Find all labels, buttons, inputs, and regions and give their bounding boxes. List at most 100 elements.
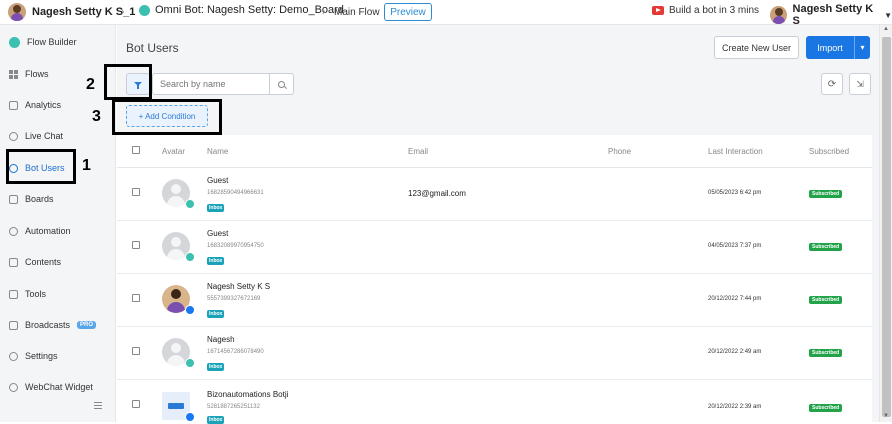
sidebar-item-tools[interactable]: Tools bbox=[0, 284, 116, 304]
breadcrumb-separator-icon: › bbox=[121, 6, 125, 18]
user-name[interactable]: Nagesh bbox=[207, 335, 235, 344]
annotation-number-1: 1 bbox=[82, 157, 91, 174]
select-all-checkbox[interactable] bbox=[132, 146, 140, 154]
sidebar: Flow Builder Flows Analytics Live Chat B… bbox=[0, 25, 116, 422]
workspace-user[interactable]: Nagesh Setty K S_1 bbox=[8, 3, 135, 21]
column-header-name[interactable]: Name bbox=[207, 147, 228, 156]
column-header-avatar: Avatar bbox=[162, 147, 185, 156]
sidebar-item-boards[interactable]: Boards bbox=[0, 189, 116, 209]
account-menu[interactable]: Nagesh Setty K S ▼ bbox=[770, 3, 892, 27]
contents-icon bbox=[9, 257, 18, 267]
inbox-badge[interactable]: Inbox bbox=[207, 257, 225, 265]
subscribed-badge: Subscribed bbox=[809, 243, 843, 251]
create-new-user-button[interactable]: Create New User bbox=[714, 36, 799, 59]
table-row[interactable]: Guest 16828590494966631 Inbox 123@gmail.… bbox=[117, 168, 872, 221]
last-interaction: 04/05/2023 7:37 pm bbox=[708, 243, 762, 249]
account-name: Nagesh Setty K S bbox=[792, 3, 874, 27]
analytics-icon bbox=[9, 100, 18, 110]
inbox-badge[interactable]: Inbox bbox=[207, 204, 225, 212]
scroll-down-icon[interactable]: ▼ bbox=[883, 413, 889, 419]
sidebar-item-label: Boards bbox=[25, 194, 54, 204]
flow-builder-icon bbox=[9, 36, 20, 48]
webchat-channel-icon bbox=[185, 358, 195, 368]
automation-icon bbox=[9, 226, 18, 236]
export-icon: ⇲ bbox=[856, 78, 864, 89]
sidebar-item-flow-builder[interactable]: Flow Builder bbox=[0, 32, 116, 52]
row-checkbox[interactable] bbox=[132, 400, 140, 408]
sidebar-item-label: Analytics bbox=[25, 100, 62, 110]
refresh-button[interactable]: ⟳ bbox=[821, 73, 843, 95]
bot-breadcrumb[interactable]: Omni Bot: Nagesh Setty: Demo_Board bbox=[139, 4, 344, 16]
refresh-icon: ⟳ bbox=[827, 78, 837, 90]
row-checkbox[interactable] bbox=[132, 294, 140, 302]
export-button[interactable]: ⇲ bbox=[849, 73, 871, 95]
user-name[interactable]: Guest bbox=[207, 176, 228, 185]
workspace-user-name: Nagesh Setty K S_1 bbox=[32, 6, 136, 18]
preview-button[interactable]: Preview bbox=[384, 3, 432, 21]
sidebar-item-label: Tools bbox=[25, 289, 47, 299]
menu-collapse-icon[interactable] bbox=[94, 402, 102, 409]
user-avatar bbox=[8, 3, 26, 21]
search-input[interactable] bbox=[152, 73, 270, 95]
scroll-up-icon[interactable]: ▲ bbox=[883, 26, 889, 32]
column-header-last-interaction[interactable]: Last Interaction bbox=[708, 147, 763, 156]
sidebar-item-broadcasts[interactable]: Broadcasts PRO bbox=[0, 315, 116, 335]
inbox-badge[interactable]: Inbox bbox=[207, 363, 225, 371]
sidebar-item-flows[interactable]: Flows bbox=[0, 64, 116, 84]
page-scrollbar[interactable]: ▲ ▼ bbox=[879, 25, 892, 422]
webchat-channel-icon bbox=[185, 252, 195, 262]
column-header-phone[interactable]: Phone bbox=[608, 147, 631, 156]
sidebar-item-settings[interactable]: Settings bbox=[0, 346, 116, 366]
sidebar-item-label: Flows bbox=[25, 69, 49, 79]
subscribed-badge: Subscribed bbox=[809, 404, 843, 412]
table-header: Avatar Name Email Phone Last Interaction… bbox=[117, 135, 872, 168]
sidebar-item-webchat-widget[interactable]: WebChat Widget bbox=[0, 377, 116, 397]
row-checkbox[interactable] bbox=[132, 241, 140, 249]
youtube-icon bbox=[652, 6, 664, 15]
subscribed-badge: Subscribed bbox=[809, 190, 843, 198]
flow-breadcrumb[interactable]: Main Flow bbox=[334, 7, 380, 18]
sidebar-item-live-chat[interactable]: Live Chat bbox=[0, 126, 116, 146]
sidebar-item-contents[interactable]: Contents bbox=[0, 252, 116, 272]
sidebar-item-label: Broadcasts bbox=[25, 320, 71, 330]
messenger-channel-icon bbox=[185, 305, 195, 315]
user-id: 5281887265251132 bbox=[207, 404, 260, 410]
subscribed-badge: Subscribed bbox=[809, 349, 843, 357]
sidebar-item-automation[interactable]: Automation bbox=[0, 221, 116, 241]
inbox-badge[interactable]: Inbox bbox=[207, 416, 225, 424]
tutorial-label: Build a bot in 3 mins bbox=[669, 5, 760, 16]
column-header-email[interactable]: Email bbox=[408, 147, 428, 156]
user-id: 16828590494966631 bbox=[207, 190, 264, 196]
row-checkbox[interactable] bbox=[132, 188, 140, 196]
webchat-channel-icon bbox=[185, 199, 195, 209]
search-button[interactable] bbox=[270, 73, 294, 95]
last-interaction: 20/12/2022 2:49 am bbox=[708, 349, 762, 355]
import-button[interactable]: Import ▾ bbox=[806, 36, 870, 59]
import-label: Import bbox=[817, 42, 843, 53]
sidebar-item-label: Settings bbox=[25, 351, 58, 361]
megaphone-icon bbox=[9, 320, 18, 330]
table-row[interactable]: Nagesh 16714567286078490 Inbox 20/12/202… bbox=[117, 327, 872, 380]
table-row[interactable]: Nagesh Setty K S 5557399327672169 Inbox … bbox=[117, 274, 872, 327]
headset-icon bbox=[9, 131, 18, 141]
chevron-down-icon[interactable]: ▾ bbox=[854, 36, 870, 59]
table-row[interactable]: Guest 16832089970954750 Inbox 04/05/2023… bbox=[117, 221, 872, 274]
row-checkbox[interactable] bbox=[132, 347, 140, 355]
sidebar-item-label: Automation bbox=[25, 226, 71, 236]
last-interaction: 20/12/2022 2:39 am bbox=[708, 404, 762, 410]
annotation-box-3 bbox=[112, 99, 222, 135]
annotation-box-2 bbox=[104, 64, 152, 100]
annotation-number-2: 2 bbox=[86, 76, 95, 93]
column-header-subscribed[interactable]: Subscribed bbox=[809, 147, 849, 156]
inbox-badge[interactable]: Inbox bbox=[207, 310, 225, 318]
scrollbar-thumb[interactable] bbox=[882, 37, 891, 417]
user-name[interactable]: Guest bbox=[207, 229, 228, 238]
user-name[interactable]: Bizonautomations Botji bbox=[207, 390, 288, 399]
user-id: 16714567286078490 bbox=[207, 349, 264, 355]
tutorial-link[interactable]: Build a bot in 3 mins bbox=[652, 5, 759, 16]
sidebar-item-label: Contents bbox=[25, 257, 62, 267]
subscribed-badge: Subscribed bbox=[809, 296, 843, 304]
user-name[interactable]: Nagesh Setty K S bbox=[207, 282, 270, 291]
sidebar-item-label: WebChat Widget bbox=[25, 382, 93, 392]
table-row[interactable]: Bizonautomations Botji 5281887265251132 … bbox=[117, 380, 872, 424]
